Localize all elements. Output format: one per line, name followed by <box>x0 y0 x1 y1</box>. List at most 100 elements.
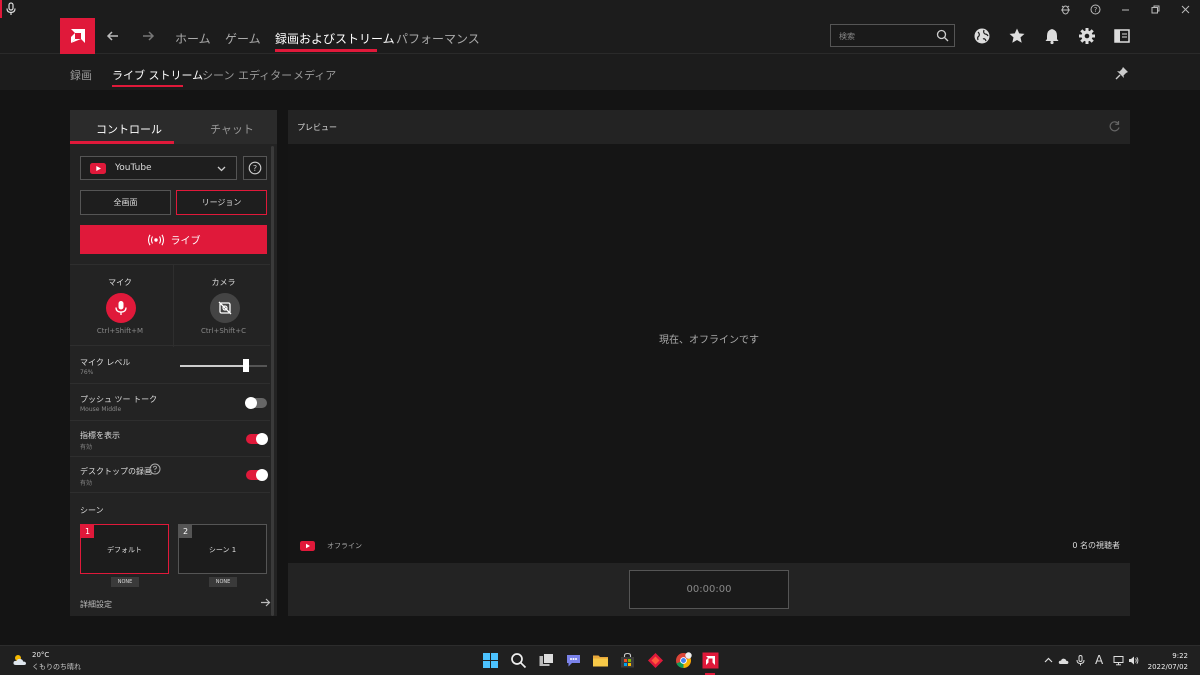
red-diamond-app-icon[interactable] <box>647 652 664 669</box>
desktop-record-row: デスクトップの録画 有効 <box>70 457 270 493</box>
teams-chat-icon[interactable] <box>565 652 582 669</box>
svg-text:?: ? <box>1093 6 1097 14</box>
windows-start-icon[interactable] <box>482 652 499 669</box>
help-button[interactable]: ? <box>243 156 267 180</box>
pin-icon[interactable] <box>1115 66 1129 80</box>
volume-icon[interactable] <box>1128 655 1139 666</box>
show-metrics-toggle[interactable] <box>246 433 268 445</box>
forward-arrow-icon[interactable] <box>140 28 156 44</box>
search-input[interactable] <box>839 28 934 44</box>
amd-logo[interactable] <box>60 18 95 54</box>
mic-level-label: マイク レベル <box>80 358 131 367</box>
sidebar-toggle-icon[interactable] <box>1113 27 1131 45</box>
main-header: ホーム ゲーム 録画およびストリーム パフォーマンス <box>0 18 1200 54</box>
push-to-talk-toggle[interactable] <box>245 397 267 409</box>
tab-control[interactable]: コントロール <box>96 121 162 137</box>
restore-icon[interactable] <box>1140 0 1170 18</box>
chevron-up-icon[interactable] <box>1043 655 1054 666</box>
tab-active-underline <box>70 141 174 144</box>
network-icon[interactable] <box>1113 655 1124 666</box>
camera-off-icon <box>218 301 232 315</box>
camera-toggle-button[interactable] <box>210 293 240 323</box>
scenes-heading: シーン <box>80 506 104 515</box>
tab-chat[interactable]: チャット <box>210 121 254 137</box>
weather-condition: くもりのち晴れ <box>32 663 81 671</box>
show-metrics-status: 有効 <box>80 444 93 451</box>
subnav-active-underline <box>112 85 183 87</box>
broadcast-icon <box>147 234 164 245</box>
advanced-settings-link[interactable]: 詳細設定 <box>80 599 112 610</box>
stream-status: オフライン <box>327 542 362 550</box>
nav-active-underline <box>275 49 377 52</box>
microphone-icon[interactable] <box>4 2 18 16</box>
go-live-label: ライブ <box>170 236 201 247</box>
title-bar: ? <box>0 0 1200 18</box>
toggle-knob <box>256 469 268 481</box>
bell-icon[interactable] <box>1043 27 1061 45</box>
weather-temperature: 20°C <box>32 651 50 659</box>
close-icon[interactable] <box>1170 0 1200 18</box>
back-arrow-icon[interactable] <box>105 28 121 44</box>
chrome-icon[interactable] <box>675 652 692 669</box>
subnav-live-stream[interactable]: ライブ ストリーム <box>112 67 203 83</box>
clock-date: 2022/07/02 <box>1147 663 1188 671</box>
nav-games[interactable]: ゲーム <box>225 30 261 47</box>
region-button[interactable]: リージョン <box>176 190 267 215</box>
fullscreen-button[interactable]: 全画面 <box>80 190 171 215</box>
gear-icon[interactable] <box>1078 27 1096 45</box>
windows-taskbar: 20°C くもりのち晴れ A 9:22 2022/07/02 <box>0 645 1200 675</box>
mic-level-fill <box>180 365 247 367</box>
minimize-icon[interactable] <box>1110 0 1140 18</box>
control-panel: コントロール チャット YouTube ? 全画面 リージョン ライブ マイク <box>70 110 277 616</box>
mic-section: マイク Ctrl+Shift+M <box>70 265 170 347</box>
microphone-icon[interactable] <box>1075 655 1086 666</box>
youtube-icon <box>90 163 106 174</box>
star-icon[interactable] <box>1008 27 1026 45</box>
amd-software-icon[interactable] <box>702 652 719 669</box>
onedrive-cloud-icon[interactable] <box>1058 655 1069 666</box>
go-live-button[interactable]: ライブ <box>80 225 267 254</box>
sub-navigation: 録画 ライブ ストリーム シーン エディター メディア <box>0 54 1200 90</box>
globe-icon[interactable] <box>973 27 991 45</box>
nav-home[interactable]: ホーム <box>175 30 211 47</box>
offline-message: 現在、オフラインです <box>659 335 759 346</box>
weather-cloud-sun-icon[interactable] <box>12 653 28 667</box>
system-clock[interactable]: 9:22 2022/07/02 <box>1148 651 1188 673</box>
task-view-icon[interactable] <box>538 652 555 669</box>
microsoft-store-icon[interactable] <box>619 652 636 669</box>
search-icon[interactable] <box>510 652 527 669</box>
help-button-label: ? <box>252 163 258 173</box>
scene-name: シーン 1 <box>208 546 237 554</box>
chevron-down-icon <box>217 166 226 172</box>
push-to-talk-row: プッシュ ツー トーク Mouse Middle <box>70 385 270 421</box>
viewer-count: 0 名の視聴者 <box>1072 541 1120 550</box>
platform-select[interactable]: YouTube <box>80 156 237 180</box>
file-explorer-icon[interactable] <box>592 652 609 669</box>
ime-indicator[interactable]: A <box>1095 653 1103 667</box>
mic-level-thumb[interactable] <box>243 359 250 372</box>
desktop-record-label: デスクトップの録画 <box>80 467 152 476</box>
nav-performance[interactable]: パフォーマンス <box>396 30 480 47</box>
scene-hotkey-badge: NONE <box>111 577 139 587</box>
desktop-record-toggle[interactable] <box>246 469 268 481</box>
toggle-knob <box>245 397 257 409</box>
scene-card-1[interactable]: 2 シーン 1 <box>178 524 267 574</box>
mic-level-slider[interactable] <box>180 359 267 372</box>
preview-footer: 00:00:00 <box>288 563 1130 616</box>
refresh-icon[interactable] <box>1108 120 1121 133</box>
platform-label: YouTube <box>115 163 152 173</box>
bug-icon[interactable] <box>1050 0 1080 18</box>
subnav-scene-editor[interactable]: シーン エディター <box>202 67 292 83</box>
mic-toggle-button[interactable] <box>106 293 136 323</box>
search-icon[interactable] <box>936 29 949 42</box>
toggle-knob <box>256 433 268 445</box>
nav-record-stream[interactable]: 録画およびストリーム <box>275 30 395 47</box>
subnav-record[interactable]: 録画 <box>70 67 92 83</box>
arrow-right-icon[interactable] <box>260 597 271 608</box>
subnav-media[interactable]: メディア <box>293 67 336 83</box>
help-icon[interactable]: ? <box>1080 0 1110 18</box>
scene-card-default[interactable]: 1 デフォルト <box>80 524 169 574</box>
info-icon[interactable] <box>149 463 161 475</box>
mic-level-row: マイク レベル 76% <box>70 348 270 384</box>
panel-scrollbar[interactable] <box>271 146 274 616</box>
